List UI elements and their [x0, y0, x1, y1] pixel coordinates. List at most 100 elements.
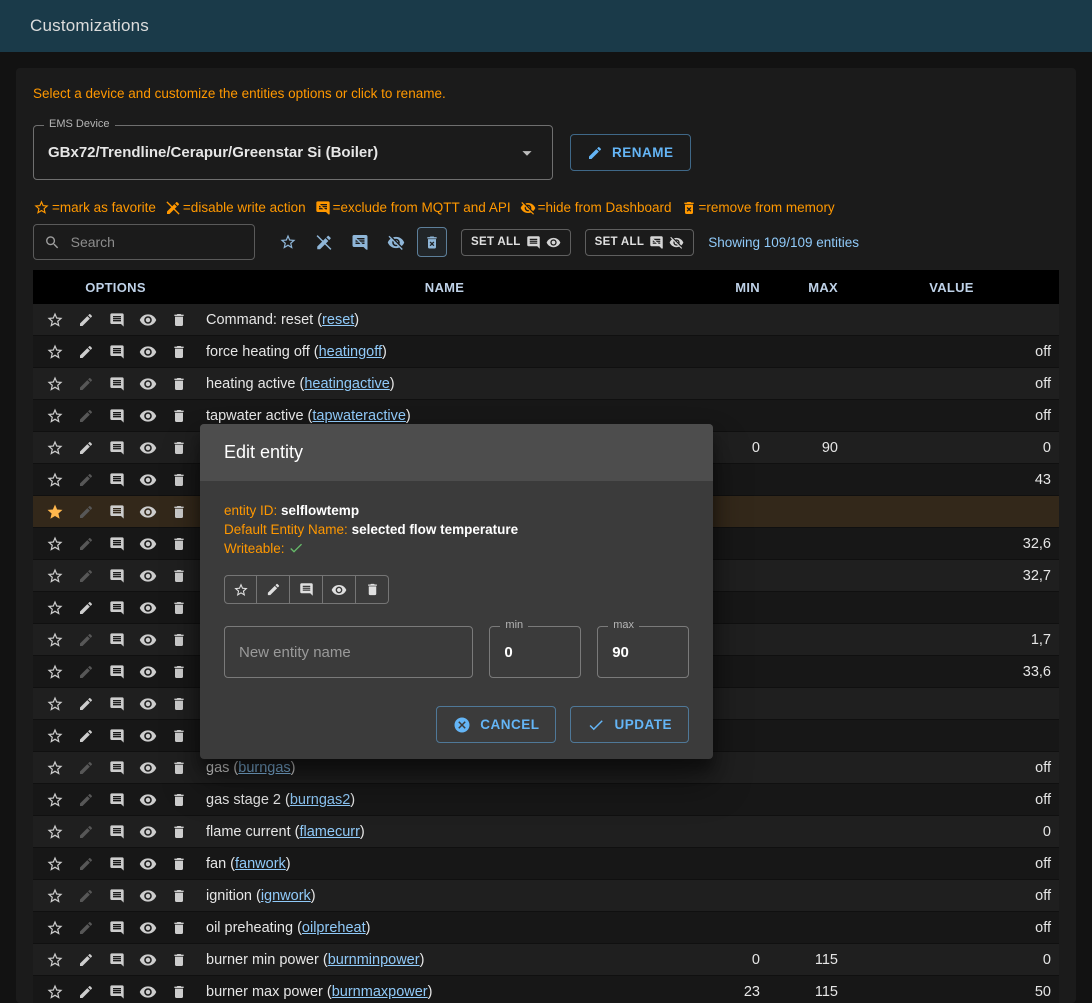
entity-shortname-link[interactable]: oilpreheat — [302, 920, 366, 936]
favorite-star-icon[interactable] — [39, 626, 70, 654]
delete-icon[interactable] — [163, 530, 194, 558]
favorite-star-icon[interactable] — [39, 562, 70, 590]
delete-icon[interactable] — [163, 338, 194, 366]
mqtt-exclude-icon[interactable] — [101, 562, 132, 590]
edit-icon[interactable] — [70, 850, 101, 878]
mqtt-exclude-icon[interactable] — [101, 754, 132, 782]
delete-icon[interactable] — [163, 690, 194, 718]
visibility-icon[interactable] — [132, 626, 163, 654]
edit-icon[interactable] — [70, 562, 101, 590]
visibility-icon[interactable] — [132, 370, 163, 398]
visibility-icon[interactable] — [132, 594, 163, 622]
delete-icon[interactable] — [163, 786, 194, 814]
visibility-icon[interactable] — [132, 882, 163, 910]
visibility-icon[interactable] — [132, 338, 163, 366]
delete-icon[interactable] — [163, 594, 194, 622]
new-entity-name-field[interactable] — [224, 626, 473, 678]
favorite-star-icon[interactable] — [39, 914, 70, 942]
cancel-button[interactable]: CANCEL — [436, 706, 556, 743]
edit-icon[interactable] — [70, 402, 101, 430]
favorite-toggle[interactable] — [224, 575, 257, 604]
favorite-star-icon[interactable] — [39, 722, 70, 750]
favorite-star-icon[interactable] — [39, 690, 70, 718]
edit-icon[interactable] — [70, 306, 101, 334]
set-all-hidden-button[interactable]: SET ALL — [585, 229, 695, 256]
favorite-star-icon[interactable] — [39, 818, 70, 846]
visibility-icon[interactable] — [132, 530, 163, 558]
delete-icon[interactable] — [163, 658, 194, 686]
mqtt-exclude-icon[interactable] — [101, 786, 132, 814]
favorite-star-icon[interactable] — [39, 786, 70, 814]
max-input[interactable] — [598, 644, 688, 661]
min-field[interactable]: min — [489, 626, 581, 678]
mqtt-exclude-icon[interactable] — [101, 498, 132, 526]
favorite-star-icon[interactable] — [39, 658, 70, 686]
mqtt-exclude-icon[interactable] — [101, 530, 132, 558]
visibility-icon[interactable] — [132, 722, 163, 750]
favorite-star-icon[interactable] — [39, 434, 70, 462]
visibility-toggle[interactable] — [323, 575, 356, 604]
entity-shortname-link[interactable]: burnminpower — [328, 952, 420, 968]
entity-shortname-link[interactable]: tapwateractive — [312, 408, 406, 424]
delete-icon[interactable] — [163, 370, 194, 398]
edit-icon[interactable] — [70, 498, 101, 526]
edit-icon[interactable] — [70, 466, 101, 494]
entity-shortname-link[interactable]: burnmaxpower — [332, 984, 428, 1000]
search-field[interactable] — [33, 224, 255, 260]
delete-icon[interactable] — [163, 850, 194, 878]
delete-toggle[interactable] — [356, 575, 389, 604]
mqtt-exclude-icon[interactable] — [101, 658, 132, 686]
writeable-toggle[interactable] — [257, 575, 290, 604]
delete-icon[interactable] — [163, 978, 194, 1003]
mqtt-exclude-icon[interactable] — [101, 434, 132, 462]
visibility-icon[interactable] — [132, 690, 163, 718]
edit-icon[interactable] — [70, 434, 101, 462]
favorite-star-icon[interactable] — [39, 498, 70, 526]
entity-shortname-link[interactable]: heatingoff — [319, 344, 382, 360]
mqtt-exclude-toggle[interactable] — [290, 575, 323, 604]
favorite-star-icon[interactable] — [39, 946, 70, 974]
favorite-star-icon[interactable] — [39, 402, 70, 430]
edit-icon[interactable] — [70, 658, 101, 686]
visibility-icon[interactable] — [132, 946, 163, 974]
delete-icon[interactable] — [163, 498, 194, 526]
set-all-visible-button[interactable]: SET ALL — [461, 229, 571, 256]
visibility-icon[interactable] — [132, 466, 163, 494]
filter-mqtt-exclude-button[interactable] — [345, 227, 375, 257]
entity-shortname-link[interactable]: flamecurr — [299, 824, 359, 840]
favorite-star-icon[interactable] — [39, 978, 70, 1003]
favorite-star-icon[interactable] — [39, 594, 70, 622]
entity-shortname-link[interactable]: burngas — [238, 760, 290, 776]
visibility-icon[interactable] — [132, 850, 163, 878]
favorite-star-icon[interactable] — [39, 306, 70, 334]
delete-icon[interactable] — [163, 306, 194, 334]
filter-favorite-button[interactable] — [273, 227, 303, 257]
edit-icon[interactable] — [70, 690, 101, 718]
edit-icon[interactable] — [70, 786, 101, 814]
mqtt-exclude-icon[interactable] — [101, 690, 132, 718]
mqtt-exclude-icon[interactable] — [101, 850, 132, 878]
mqtt-exclude-icon[interactable] — [101, 626, 132, 654]
delete-icon[interactable] — [163, 466, 194, 494]
visibility-icon[interactable] — [132, 978, 163, 1003]
update-button[interactable]: UPDATE — [570, 706, 689, 743]
delete-icon[interactable] — [163, 562, 194, 590]
mqtt-exclude-icon[interactable] — [101, 370, 132, 398]
mqtt-exclude-icon[interactable] — [101, 466, 132, 494]
visibility-icon[interactable] — [132, 754, 163, 782]
visibility-icon[interactable] — [132, 306, 163, 334]
delete-icon[interactable] — [163, 882, 194, 910]
favorite-star-icon[interactable] — [39, 850, 70, 878]
max-field[interactable]: max — [597, 626, 689, 678]
edit-icon[interactable] — [70, 882, 101, 910]
visibility-icon[interactable] — [132, 658, 163, 686]
new-entity-name-input[interactable] — [225, 644, 472, 661]
ems-device-select[interactable]: EMS Device GBx72/Trendline/Cerapur/Green… — [33, 125, 553, 180]
mqtt-exclude-icon[interactable] — [101, 722, 132, 750]
delete-icon[interactable] — [163, 626, 194, 654]
filter-write-off-button[interactable] — [309, 227, 339, 257]
favorite-star-icon[interactable] — [39, 530, 70, 558]
mqtt-exclude-icon[interactable] — [101, 338, 132, 366]
favorite-star-icon[interactable] — [39, 370, 70, 398]
delete-icon[interactable] — [163, 946, 194, 974]
